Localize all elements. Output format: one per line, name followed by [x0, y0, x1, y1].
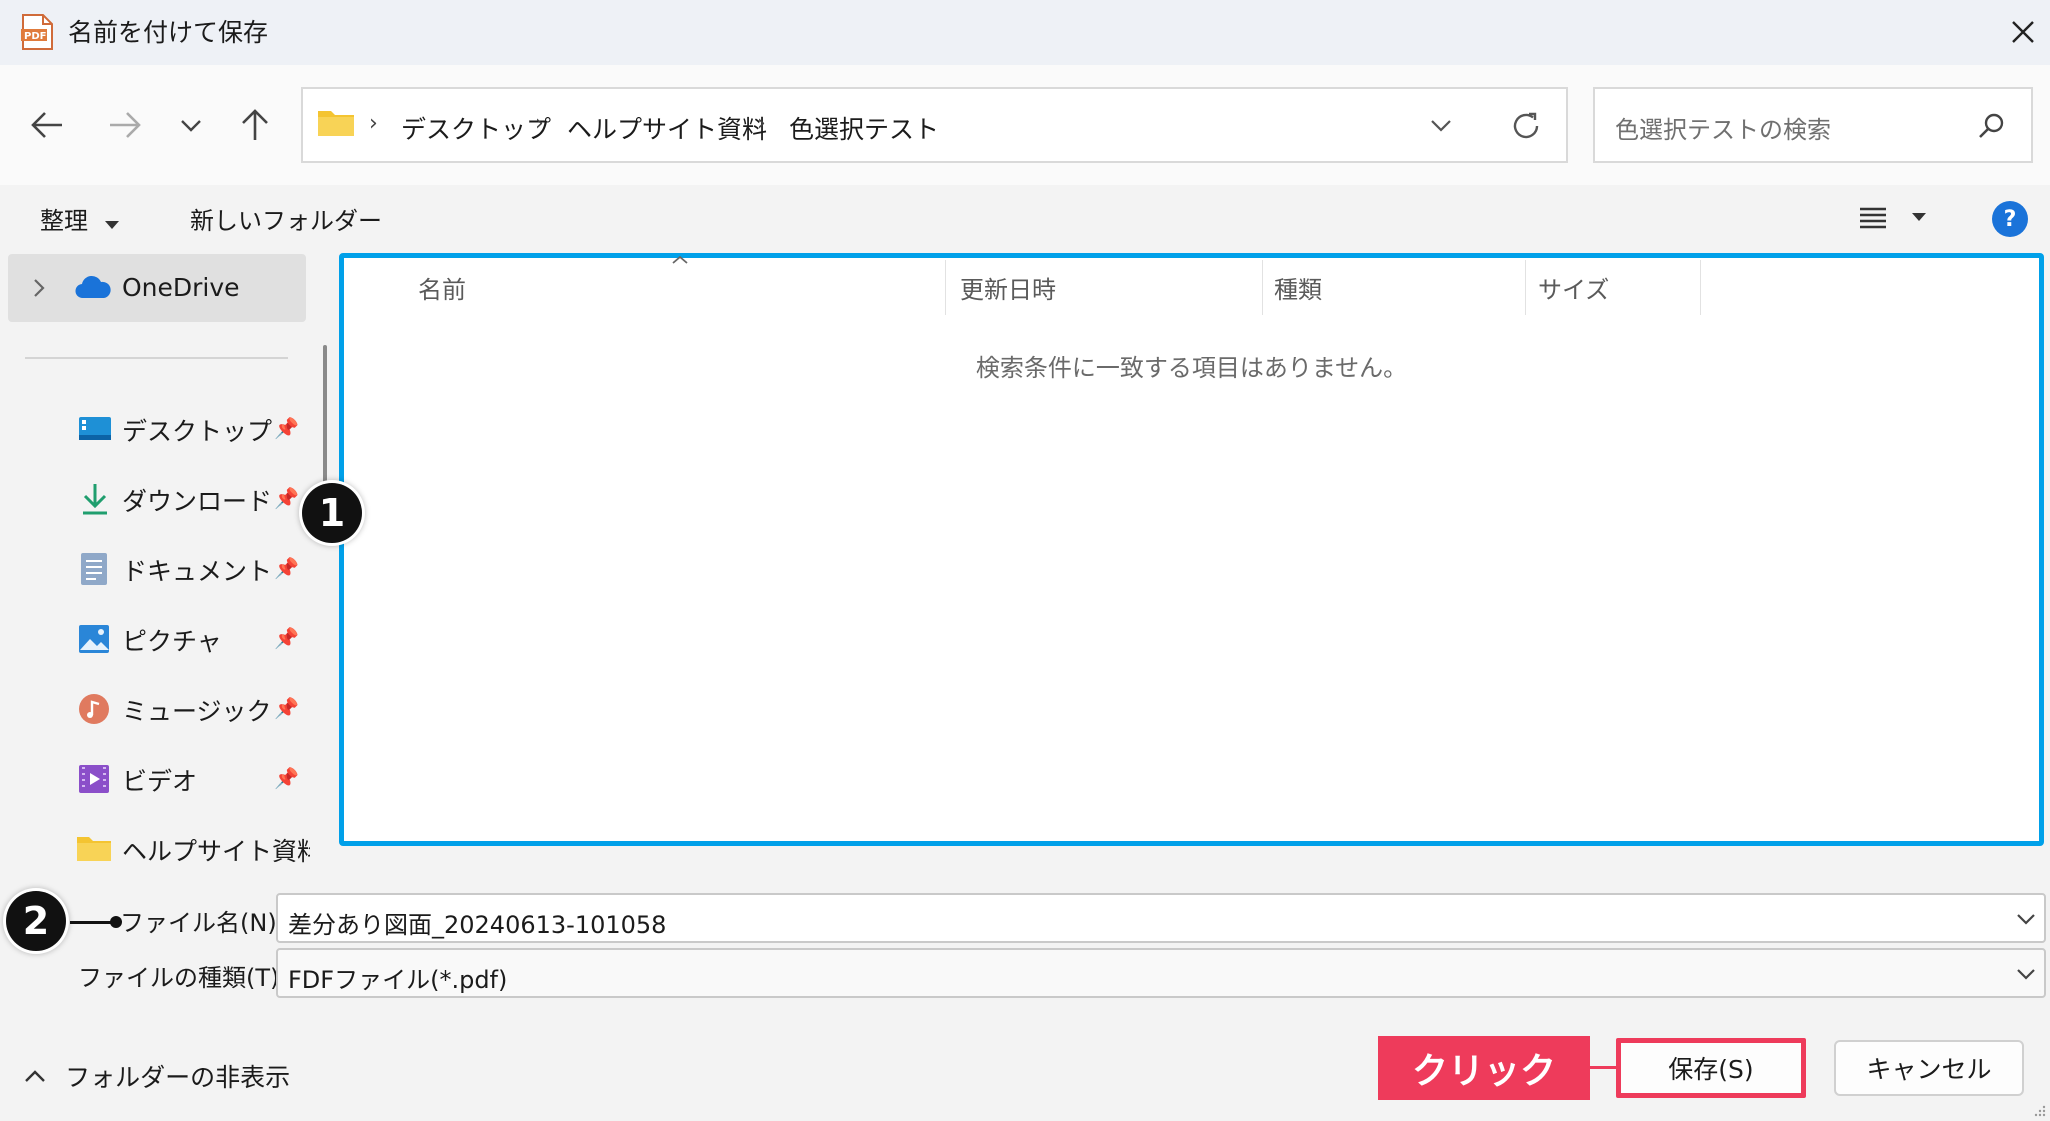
sidebar-item-downloads[interactable]: ダウンロード 📌	[60, 474, 310, 524]
help-icon[interactable]: ?	[1992, 201, 2028, 237]
filename-input[interactable]: 差分あり図面_20240613-101058	[276, 893, 2046, 943]
address-dropdown-chevron-icon[interactable]	[1429, 117, 1453, 133]
search-icon[interactable]	[1977, 111, 2007, 141]
pin-icon: 📌	[274, 766, 299, 790]
refresh-icon[interactable]	[1509, 109, 1543, 143]
forward-arrow-icon[interactable]	[100, 100, 150, 150]
sidebar-item-label: デスクトップ	[122, 417, 273, 446]
up-arrow-icon[interactable]	[230, 100, 280, 150]
sidebar-item-documents[interactable]: ドキュメント 📌	[60, 544, 310, 594]
pdf-icon: PDF	[20, 14, 54, 50]
save-button[interactable]: 保存(S)	[1616, 1038, 1806, 1098]
column-header-date-modified[interactable]: 更新日時	[960, 270, 1056, 305]
column-divider[interactable]	[1525, 260, 1526, 315]
annotation-badge-2: 2	[6, 891, 66, 951]
back-arrow-icon[interactable]	[22, 100, 72, 150]
recent-locations-chevron-icon[interactable]	[166, 100, 216, 150]
breadcrumb-color-test[interactable]: 色選択テスト	[789, 110, 939, 146]
pin-icon: 📌	[274, 626, 299, 650]
column-header-type[interactable]: 種類	[1274, 270, 1322, 305]
empty-results-message: 検索条件に一致する項目はありません。	[975, 354, 1408, 382]
command-bar: 整理 新しいフォルダー ?	[0, 185, 2050, 250]
organize-label: 整理	[40, 207, 88, 235]
cancel-button[interactable]: キャンセル	[1834, 1040, 2024, 1096]
music-icon	[78, 693, 110, 725]
pin-icon: 📌	[274, 416, 299, 440]
annotation-badge-2-number: 2	[22, 899, 50, 943]
sidebar-item-onedrive[interactable]: OneDrive	[8, 254, 306, 322]
filetype-select[interactable]: FDFファイル(*.pdf)	[276, 948, 2046, 998]
column-header-size[interactable]: サイズ	[1538, 270, 1609, 305]
breadcrumb-separator: ›	[757, 111, 766, 136]
chevron-down-icon[interactable]	[2016, 967, 2036, 981]
breadcrumb-help-site-materials[interactable]: ヘルプサイト資料	[567, 110, 767, 146]
sort-ascending-icon	[670, 254, 690, 266]
onedrive-cloud-icon	[74, 274, 112, 300]
annotation-badge-1-number: 1	[318, 491, 346, 535]
organize-button[interactable]: 整理	[40, 201, 121, 235]
annotation-pointer-dot	[110, 916, 122, 928]
annotation-badge-1: 1	[302, 483, 362, 543]
hide-folders-button[interactable]: フォルダーの非表示	[24, 1058, 290, 1094]
cancel-button-label: キャンセル	[1866, 1055, 1992, 1084]
document-icon	[80, 552, 108, 586]
annotation-click-text: クリック	[1411, 1051, 1556, 1092]
list-view-icon[interactable]	[1858, 205, 1888, 231]
sidebar-item-label: ピクチャ	[122, 627, 222, 656]
sidebar-item-label: ミュージック	[122, 697, 272, 726]
folder-icon	[76, 834, 112, 862]
chevron-down-icon[interactable]	[2016, 912, 2036, 926]
sidebar-item-label: ビデオ	[122, 767, 198, 796]
search-input[interactable]: 色選択テストの検索	[1593, 87, 2033, 163]
view-options-caret-icon[interactable]	[1910, 211, 1928, 223]
sidebar-item-label: OneDrive	[122, 273, 240, 302]
filetype-value: FDFファイル(*.pdf)	[288, 966, 508, 994]
chevron-up-icon	[25, 1070, 45, 1082]
search-placeholder: 色選択テストの検索	[1615, 116, 1831, 144]
pin-icon: 📌	[274, 696, 299, 720]
address-bar[interactable]: › デスクトップ › ヘルプサイト資料 › 色選択テスト	[301, 87, 1568, 163]
window-title: 名前を付けて保存	[68, 18, 269, 47]
download-icon	[80, 482, 110, 516]
sidebar-item-desktop[interactable]: デスクトップ 📌	[60, 404, 310, 454]
breadcrumb-separator: ›	[369, 111, 378, 136]
sidebar-item-label: ダウンロード	[122, 487, 273, 516]
breadcrumb-separator: ›	[535, 111, 544, 136]
save-button-label: 保存(S)	[1668, 1055, 1754, 1084]
dropdown-caret-icon	[105, 220, 120, 229]
pictures-icon	[78, 624, 110, 654]
pin-icon: 📌	[274, 556, 299, 580]
annotation-click-label: クリック	[1378, 1036, 1590, 1100]
sidebar-item-label: ヘルプサイト資料	[122, 837, 310, 866]
folder-icon	[317, 107, 355, 137]
resize-grip-icon[interactable]	[2032, 1103, 2046, 1117]
close-icon[interactable]	[2005, 14, 2041, 50]
title-bar: PDF 名前を付けて保存	[0, 0, 2050, 65]
filename-label: ファイル名(N):	[120, 909, 285, 937]
sidebar-item-videos[interactable]: ビデオ 📌	[60, 754, 310, 804]
column-divider[interactable]	[1700, 260, 1701, 315]
column-divider[interactable]	[1262, 260, 1263, 315]
hide-folders-label: フォルダーの非表示	[65, 1063, 291, 1092]
breadcrumb-desktop[interactable]: デスクトップ	[401, 110, 551, 146]
annotation-connector	[1590, 1066, 1618, 1069]
sidebar-item-music[interactable]: ミュージック 📌	[60, 684, 310, 734]
help-label: ?	[2003, 206, 2017, 232]
new-folder-button[interactable]: 新しいフォルダー	[190, 201, 382, 236]
expand-chevron-icon[interactable]	[32, 278, 46, 298]
divider	[25, 357, 288, 359]
sidebar-item-label: ドキュメント	[122, 557, 273, 586]
svg-text:PDF: PDF	[24, 31, 46, 42]
file-list[interactable]: 名前 更新日時 種類 サイズ 検索条件に一致する項目はありません。	[339, 253, 2044, 846]
sidebar-scrollbar[interactable]	[323, 345, 327, 485]
sidebar-item-pictures[interactable]: ピクチャ 📌	[60, 614, 310, 664]
desktop-icon	[78, 416, 112, 444]
column-divider[interactable]	[945, 260, 946, 315]
video-icon	[78, 764, 110, 794]
filetype-label: ファイルの種類(T):	[78, 964, 288, 992]
sidebar-item-help-site-materials[interactable]: ヘルプサイト資料	[60, 824, 310, 868]
column-header-name[interactable]: 名前	[418, 270, 466, 305]
filename-value: 差分あり図面_20240613-101058	[288, 911, 667, 939]
pin-icon: 📌	[274, 486, 299, 510]
